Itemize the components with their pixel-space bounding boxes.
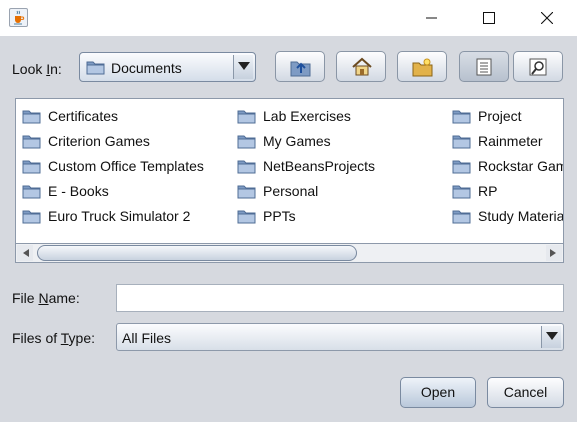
new-folder-button[interactable] (397, 51, 447, 82)
list-view-icon (476, 58, 492, 76)
folder-icon (22, 135, 41, 149)
chevron-down-icon (238, 62, 250, 70)
folder-icon (452, 185, 471, 199)
list-view-button[interactable] (459, 51, 509, 82)
cancel-button[interactable]: Cancel (487, 377, 564, 408)
file-name: Certificates (48, 108, 119, 124)
file-name-label-prefix: File (12, 290, 39, 306)
file-name: E - Books (48, 183, 109, 199)
look-in-label: Look In: (12, 61, 62, 77)
folder-icon (237, 160, 256, 174)
maximize-button[interactable] (466, 0, 512, 36)
file-name-label: File Name: (12, 290, 80, 306)
arrow-left-icon (23, 249, 29, 257)
horizontal-scrollbar[interactable] (15, 243, 564, 263)
folder-icon (452, 210, 471, 224)
file-name: Criterion Games (48, 133, 150, 149)
folder-icon (237, 110, 256, 124)
details-view-icon (529, 58, 547, 76)
file-name-label-suffix: ame: (48, 290, 80, 306)
folder-icon (452, 110, 471, 124)
file-name: Custom Office Templates (48, 158, 204, 174)
chevron-down-icon (546, 332, 558, 340)
maximize-icon (483, 12, 495, 24)
arrow-right-icon (550, 249, 556, 257)
minimize-icon (426, 17, 437, 19)
title-bar (0, 0, 577, 36)
close-button[interactable] (524, 0, 570, 36)
up-one-level-icon (290, 61, 311, 77)
look-in-dropdown-arrow[interactable] (233, 55, 253, 79)
file-name: My Games (263, 133, 331, 149)
file-type-dropdown-arrow[interactable] (541, 326, 561, 348)
file-type-label: Files of Type: (12, 330, 95, 346)
folder-icon (22, 160, 41, 174)
folder-icon (237, 135, 256, 149)
file-type-combobox[interactable]: All Files (116, 323, 564, 351)
file-type-label-prefix: Files of (12, 330, 61, 346)
look-in-label-prefix: Look (12, 61, 47, 77)
home-button[interactable] (336, 51, 386, 82)
file-name: PPTs (263, 208, 296, 224)
file-type-mnemonic: T (60, 330, 69, 346)
up-one-level-button[interactable] (275, 51, 325, 82)
file-name: Rockstar Games (478, 158, 563, 174)
home-icon (352, 57, 372, 76)
open-button[interactable]: Open (400, 377, 476, 408)
file-name: Personal (263, 183, 319, 199)
folder-icon (86, 61, 105, 75)
folder-icon (22, 185, 41, 199)
look-in-value: Documents (111, 60, 182, 76)
look-in-combobox[interactable]: Documents (79, 52, 256, 82)
file-type-value: All Files (122, 330, 172, 346)
file-name: Euro Truck Simulator 2 (48, 208, 191, 224)
scroll-left-button[interactable] (17, 245, 33, 261)
folder-icon (452, 160, 471, 174)
java-cup-icon (9, 8, 28, 27)
file-name-mnemonic: N (38, 290, 49, 306)
details-view-button[interactable] (513, 51, 563, 82)
file-name: NetBeansProjects (263, 158, 376, 174)
file-list: Certificates Criterion Games Custom Offi… (15, 98, 564, 263)
file-name: Study Material (478, 208, 564, 224)
file-name: Project (478, 108, 522, 124)
file-name: RP (478, 183, 498, 199)
folder-icon (452, 135, 471, 149)
folder-icon (237, 185, 256, 199)
scrollbar-thumb[interactable] (37, 245, 357, 261)
file-name: Lab Exercises (263, 108, 351, 124)
file-name: Rainmeter (478, 133, 543, 149)
file-chooser-dialog: Look In: Documents Certificates Criterio… (0, 36, 577, 422)
minimize-button[interactable] (409, 0, 455, 36)
scroll-right-button[interactable] (546, 245, 562, 261)
folder-icon (22, 210, 41, 224)
folder-icon (22, 110, 41, 124)
folder-icon (237, 210, 256, 224)
look-in-label-suffix: n: (50, 61, 62, 77)
close-icon (541, 12, 553, 24)
new-folder-icon (412, 58, 433, 77)
file-type-label-suffix: ype: (68, 330, 96, 346)
file-name-input[interactable] (116, 284, 564, 312)
